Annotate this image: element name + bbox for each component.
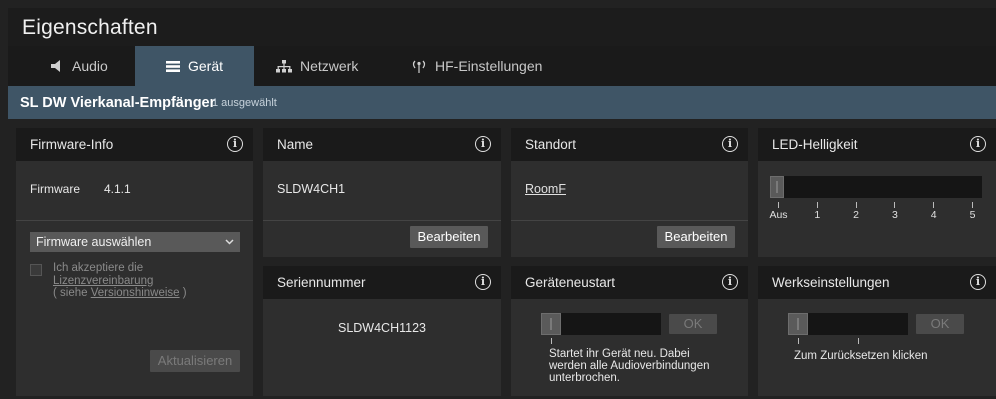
location-card-header: Standort i [511, 128, 748, 161]
name-card-header: Name i [263, 128, 501, 161]
name-card-title: Name [277, 137, 314, 152]
firmware-card-title: Firmware-Info [30, 137, 114, 152]
led-scale-tick [816, 202, 818, 208]
led-scale-label: 5 [969, 209, 976, 221]
slider-thumb[interactable] [788, 313, 808, 335]
factory-description: Zum Zurücksetzen klicken [794, 350, 928, 362]
slider-thumb[interactable] [541, 313, 561, 335]
update-button[interactable]: Aktualisieren [150, 350, 240, 372]
serial-card-title: Seriennummer [277, 275, 366, 290]
tab-geraet-label: Gerät [187, 58, 223, 74]
tab-netzwerk-label: Netzwerk [300, 58, 359, 74]
restart-description: Startet ihr Gerät neu. Dabei werden alle… [549, 348, 710, 384]
restart-card-header: Geräteneustart i [511, 266, 748, 299]
window-title-bar: Eigenschaften [8, 8, 996, 46]
led-scale-label: 2 [853, 209, 860, 221]
edit-location-button[interactable]: Bearbeiten [657, 226, 735, 248]
serial-card: Seriennummer i SLDW4CH1123 [263, 266, 501, 396]
license-text: Ich akzeptiere die Lizenzvereinbarung ( … [53, 262, 187, 300]
firmware-card: Firmware-Info i Firmware 4.1.1 Firmware … [16, 128, 253, 396]
firmware-card-header: Firmware-Info i [16, 128, 253, 161]
device-name: SL DW Vierkanal-Empfänger [20, 95, 216, 111]
restart-slider[interactable] [541, 313, 661, 335]
edit-name-button[interactable]: Bearbeiten [410, 226, 488, 248]
factory-reset-slider[interactable] [788, 313, 908, 335]
tab-bar: Audio Gerät Netzwerk HF-Einstellungen [8, 46, 996, 86]
led-card-header: LED-Helligkeit i [758, 128, 996, 161]
info-icon[interactable]: i [970, 274, 986, 290]
firmware-select-value: Firmware auswählen [36, 235, 152, 249]
location-card-title: Standort [525, 137, 577, 152]
device-name-value: SLDW4CH1 [277, 182, 346, 196]
led-card-title: LED-Helligkeit [772, 137, 858, 152]
tab-hf-einstellungen[interactable]: HF-Einstellungen [411, 46, 542, 86]
device-header: SL DW Vierkanal-Empfänger 1 ausgewählt [8, 86, 996, 119]
led-scale-tick [894, 202, 896, 208]
divider [511, 220, 748, 221]
led-scale-tick [972, 202, 973, 208]
info-icon[interactable]: i [722, 136, 738, 152]
factory-ok-button[interactable]: OK [916, 314, 964, 334]
serial-card-header: Seriennummer i [263, 266, 501, 299]
selection-count: 1 ausgewählt [212, 97, 277, 109]
factory-reset-card: Werkseinstellungen i OK Zum Zurücksetzen… [758, 266, 996, 396]
divider [16, 220, 253, 221]
info-icon[interactable]: i [227, 136, 243, 152]
tab-audio[interactable]: Audio [50, 46, 108, 86]
led-scale-tick [855, 202, 857, 208]
firmware-select[interactable]: Firmware auswählen [30, 232, 240, 252]
tab-hf-label: HF-Einstellungen [435, 58, 543, 74]
firmware-label: Firmware [30, 182, 80, 196]
license-prefix: Ich akzeptiere die [53, 262, 144, 274]
tab-geraet[interactable]: Gerät [135, 46, 254, 86]
led-scale-label: 3 [891, 209, 898, 221]
restart-ok-button[interactable]: OK [669, 314, 717, 334]
led-brightness-slider[interactable] [770, 176, 982, 198]
license-checkbox[interactable] [30, 264, 42, 276]
menu-icon [165, 60, 180, 72]
info-icon[interactable]: i [722, 274, 738, 290]
speaker-icon [50, 60, 64, 72]
restart-card-title: Geräteneustart [525, 275, 616, 290]
restart-card: Geräteneustart i OK Startet ihr Gerät ne… [511, 266, 748, 396]
location-link[interactable]: RoomF [525, 182, 566, 196]
license-link[interactable]: Lizenzvereinbarung [53, 275, 153, 287]
factory-card-title: Werkseinstellungen [772, 275, 890, 290]
serial-number-value: SLDW4CH1123 [337, 321, 426, 335]
slider-tick [858, 338, 859, 344]
network-icon [276, 59, 292, 73]
led-scale-tick [933, 202, 935, 208]
led-scale-label: 1 [814, 209, 821, 221]
slider-tick [798, 338, 799, 344]
info-icon[interactable]: i [475, 136, 491, 152]
info-icon[interactable]: i [475, 274, 491, 290]
divider [263, 220, 501, 221]
slider-tick [551, 338, 552, 344]
tab-audio-label: Audio [72, 58, 108, 74]
info-icon[interactable]: i [970, 136, 986, 152]
led-scale-tick [778, 202, 779, 208]
factory-card-header: Werkseinstellungen i [758, 266, 996, 299]
firmware-version: 4.1.1 [104, 182, 131, 196]
antenna-icon [411, 60, 427, 73]
name-card: Name i SLDW4CH1 Bearbeiten [263, 128, 501, 257]
location-card: Standort i RoomF Bearbeiten [511, 128, 748, 257]
led-brightness-card: LED-Helligkeit i Aus 1 2 3 4 5 [758, 128, 996, 257]
led-scale-label: 4 [930, 209, 937, 221]
versions-open: ( siehe [53, 287, 91, 299]
window-title: Eigenschaften [22, 16, 158, 39]
chevron-down-icon [225, 232, 234, 260]
tab-netzwerk[interactable]: Netzwerk [276, 46, 358, 86]
versions-link[interactable]: Versionshinweise [91, 287, 180, 299]
versions-close: ) [179, 287, 187, 299]
led-scale-label: Aus [769, 209, 788, 221]
slider-thumb[interactable] [770, 176, 784, 198]
